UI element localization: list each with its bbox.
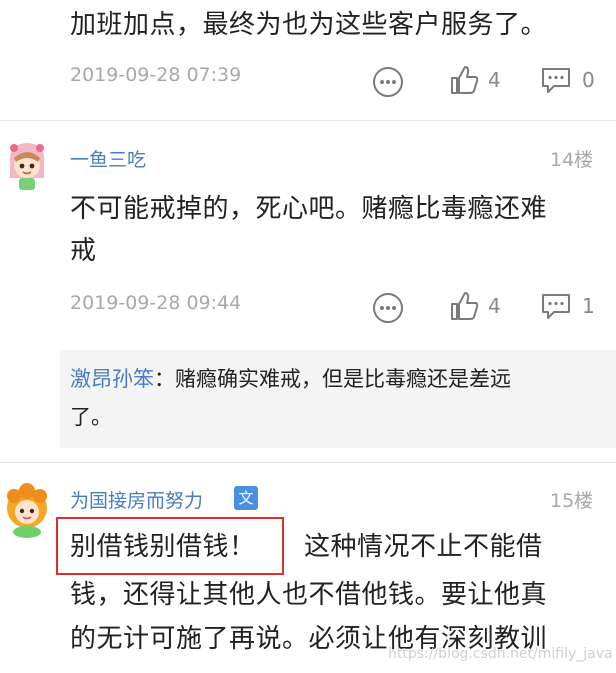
- comment-text: 加班加点，最终为也为这些客户服务了。: [70, 10, 548, 40]
- badge-icon: 文: [234, 486, 258, 510]
- comment-icon: [542, 68, 570, 93]
- reply-text-line1: 赌瘾确实难戒，但是比毒瘾还是差远: [175, 367, 511, 391]
- avatar[interactable]: [2, 482, 52, 538]
- timestamp: 2019-09-28 09:44: [70, 292, 242, 314]
- reply-separator: ：: [154, 367, 175, 391]
- reply-button[interactable]: 1: [540, 290, 600, 324]
- comment-text-highlight: 别借钱别借钱！: [70, 532, 256, 562]
- watermark: https://blog.csdn.net/mifily_java: [388, 646, 613, 662]
- reply-count: 0: [582, 68, 595, 92]
- reply-box[interactable]: 激昂孙笨：赌瘾确实难戒，但是比毒瘾还是差远 了。: [60, 350, 616, 448]
- username[interactable]: 一鱼三吃: [70, 145, 146, 172]
- divider: [0, 462, 616, 463]
- like-count: 4: [488, 294, 501, 318]
- like-button[interactable]: 4: [448, 290, 508, 324]
- floor-number: 15楼: [550, 490, 594, 512]
- more-button[interactable]: [372, 292, 404, 324]
- comment-text: 不可能戒掉的，死心吧。赌瘾比毒瘾还难: [70, 194, 548, 224]
- more-icon: [373, 67, 403, 97]
- avatar[interactable]: [2, 138, 52, 194]
- reply-text: 激昂孙笨：赌瘾确实难戒，但是比毒瘾还是差远 了。: [60, 350, 616, 444]
- reply-button[interactable]: 0: [540, 64, 600, 98]
- comment-text-line2: 钱，还得让其他人也不借他钱。要让他真: [70, 580, 548, 610]
- like-button[interactable]: 4: [448, 64, 508, 98]
- thumbs-up-icon: [451, 66, 479, 94]
- more-button[interactable]: [372, 66, 404, 98]
- like-count: 4: [488, 68, 501, 92]
- comment-text-line2: 戒: [70, 236, 97, 266]
- username[interactable]: 为国接房而努力: [70, 486, 203, 513]
- thumbs-up-icon: [451, 292, 479, 320]
- comment-text: 这种情况不止不能借: [304, 532, 543, 562]
- timestamp: 2019-09-28 07:39: [70, 64, 242, 86]
- reply-text-line2: 了。: [70, 405, 112, 429]
- more-icon: [373, 293, 403, 323]
- floor-number: 14楼: [550, 149, 594, 171]
- avatar[interactable]: [6, 0, 28, 10]
- comment-icon: [542, 294, 570, 319]
- reply-username[interactable]: 激昂孙笨: [70, 367, 154, 391]
- divider: [0, 120, 616, 121]
- reply-count: 1: [582, 294, 595, 318]
